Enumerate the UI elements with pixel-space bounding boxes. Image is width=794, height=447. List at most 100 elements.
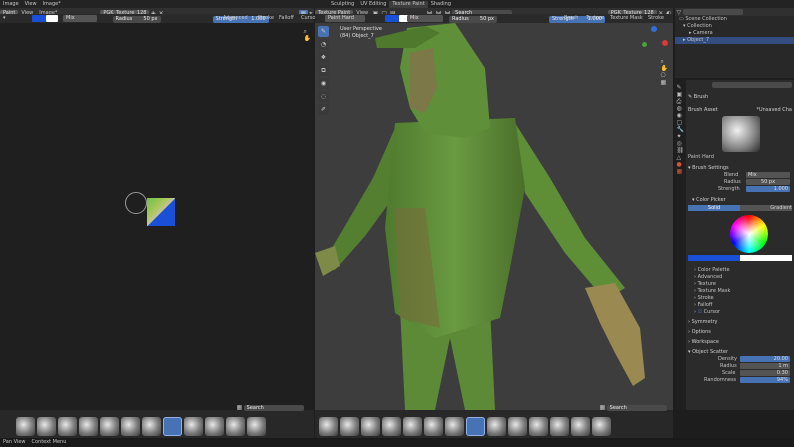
- zoom-icon[interactable]: ⌕: [302, 28, 312, 35]
- world-tab-icon[interactable]: ◉: [675, 112, 686, 119]
- scene-tab-icon[interactable]: ◍: [675, 105, 686, 112]
- physics-tab-icon[interactable]: ◎: [675, 140, 686, 147]
- vp-brush-thumb-11[interactable]: [529, 416, 548, 436]
- viewport-shelf-search[interactable]: Search: [606, 404, 667, 411]
- smear-tool-icon[interactable]: ❖: [318, 52, 329, 63]
- primary-color-bar[interactable]: [688, 255, 740, 261]
- brush-thumb-1[interactable]: [16, 416, 35, 436]
- properties-search-input[interactable]: [712, 82, 792, 88]
- brush-thumb-6[interactable]: [121, 416, 140, 436]
- brush-thumb-4[interactable]: [79, 416, 98, 436]
- tab-sculpting[interactable]: Sculpting: [328, 1, 357, 8]
- scatter-density-value[interactable]: 20.00: [740, 356, 790, 362]
- brush-thumb-selected[interactable]: [163, 416, 182, 436]
- menu-view[interactable]: View: [22, 1, 40, 8]
- vp-brush-thumb-7[interactable]: [445, 416, 464, 436]
- scatter-randomness-value[interactable]: 94%: [740, 377, 790, 383]
- brush-asset-header[interactable]: Brush Asset *Unsaved Cha: [688, 107, 792, 114]
- color-value-bar[interactable]: [688, 255, 792, 261]
- subpanel-advanced[interactable]: › Advanced: [694, 274, 792, 281]
- camera-icon[interactable]: ⎔: [659, 72, 669, 79]
- navigation-gizmo[interactable]: [640, 26, 668, 54]
- object-tab-icon[interactable]: ▢: [675, 119, 686, 126]
- radius-value[interactable]: 50 px: [746, 179, 790, 185]
- texture-image[interactable]: [147, 198, 175, 226]
- soften-tool-icon[interactable]: ◔: [318, 39, 329, 50]
- section-options[interactable]: › Options: [688, 329, 792, 336]
- vp-brush-menu[interactable]: Brush: [561, 15, 581, 22]
- vp-brush-thumb-9[interactable]: [487, 416, 506, 436]
- subpanel-falloff[interactable]: › Falloff: [694, 302, 792, 309]
- color-picker-header[interactable]: ▾ Color Picker: [688, 197, 792, 204]
- falloff-dropdown[interactable]: Falloff: [276, 15, 297, 22]
- subpanel-stroke[interactable]: › Stroke: [694, 295, 792, 302]
- tab-gradient[interactable]: Gradient: [740, 205, 792, 211]
- annotate-tool-icon[interactable]: ✐: [318, 104, 329, 115]
- outliner-item-collection[interactable]: ▾ Collection: [675, 23, 794, 30]
- filter-icon[interactable]: ▽: [675, 9, 683, 16]
- constraints-tab-icon[interactable]: ⛓: [675, 147, 686, 154]
- brush-thumb-5[interactable]: [100, 416, 119, 436]
- brush-name-dropdown[interactable]: Paint Hard: [325, 15, 365, 22]
- vp-brush-thumb-selected[interactable]: [466, 416, 485, 436]
- modifier-tab-icon[interactable]: 🔧: [675, 126, 686, 133]
- tab-texture-paint[interactable]: Texture Paint: [389, 0, 428, 8]
- image-shelf-search[interactable]: Search: [243, 404, 304, 411]
- menu-image-star[interactable]: Image*: [40, 1, 64, 8]
- vp-primary-swatch[interactable]: [385, 15, 399, 22]
- fill-tool-icon[interactable]: ◉: [318, 78, 329, 89]
- checkbox-icon[interactable]: ☑: [698, 309, 702, 315]
- brush-thumb-3[interactable]: [58, 416, 77, 436]
- brush-thumb-7[interactable]: [142, 416, 161, 436]
- viewport-area[interactable]: User Perspective (84) Object_7 ✎ ◔ ❖ ⧉ ◉…: [315, 8, 673, 410]
- brush-thumb-9[interactable]: [184, 416, 203, 436]
- vp-brush-thumb-14[interactable]: [592, 416, 611, 436]
- brush-preview-thumbnail[interactable]: [722, 116, 760, 152]
- vp-texture-mask-menu[interactable]: Texture Mask: [607, 15, 646, 22]
- vp-brush-thumb-13[interactable]: [571, 416, 590, 436]
- vp-brush-thumb-2[interactable]: [340, 416, 359, 436]
- stroke-dropdown[interactable]: Stroke: [255, 15, 277, 22]
- secondary-color-bar[interactable]: [740, 255, 792, 261]
- section-workspace[interactable]: › Workspace: [688, 339, 792, 346]
- scatter-radius-value[interactable]: 1 m: [740, 363, 790, 369]
- vp-texture-menu[interactable]: Texture: [583, 15, 607, 22]
- outliner-search-input[interactable]: [682, 9, 743, 15]
- radius-slider[interactable]: Radius 50 px: [112, 16, 161, 23]
- outliner-item-object[interactable]: ▸ Object_7: [675, 37, 794, 44]
- section-symmetry[interactable]: › Symmetry: [688, 319, 792, 326]
- tab-solid[interactable]: Solid: [688, 205, 740, 211]
- blend-dropdown[interactable]: Mix: [63, 15, 97, 22]
- subpanel-cursor[interactable]: › ☑ Cursor: [694, 309, 792, 316]
- gizmo-y-axis-icon[interactable]: [642, 42, 647, 47]
- vp-brush-thumb-10[interactable]: [508, 416, 527, 436]
- brush-thumb-11[interactable]: [226, 416, 245, 436]
- scatter-scale-value[interactable]: 0.30: [740, 370, 790, 376]
- brush-thumb-2[interactable]: [37, 416, 56, 436]
- vp-brush-thumb-12[interactable]: [550, 416, 569, 436]
- brush-thumb-10[interactable]: [205, 416, 224, 436]
- outliner-item-camera[interactable]: ▸ Camera: [675, 30, 794, 37]
- data-tab-icon[interactable]: △: [675, 154, 686, 161]
- advanced-dropdown[interactable]: Advanced: [220, 15, 251, 22]
- subpanel-texture[interactable]: › Texture: [694, 281, 792, 288]
- material-tab-icon[interactable]: ●: [675, 161, 686, 168]
- draw-tool-icon[interactable]: ✎: [318, 26, 329, 37]
- vp-brush-thumb-1[interactable]: [319, 416, 338, 436]
- vp-brush-thumb-4[interactable]: [382, 416, 401, 436]
- tool-tab-icon[interactable]: ✎: [675, 84, 686, 91]
- grid-icon[interactable]: ▦: [659, 79, 669, 86]
- mask-tool-icon[interactable]: ◌: [318, 91, 329, 102]
- vp-radius-slider[interactable]: Radius 50 px: [449, 16, 497, 23]
- section-object-scatter[interactable]: ▾ Object Scatter: [688, 349, 792, 356]
- clone-tool-icon[interactable]: ⧉: [318, 65, 329, 76]
- brush-thumb-12[interactable]: [247, 416, 266, 436]
- output-tab-icon[interactable]: ⎙: [675, 98, 686, 105]
- vp-brush-thumb-6[interactable]: [424, 416, 443, 436]
- brush-settings-header[interactable]: ▾ Brush Settings: [688, 165, 792, 172]
- texture-tab-icon[interactable]: ▦: [675, 168, 686, 175]
- hand-icon[interactable]: ✋: [302, 35, 312, 42]
- blend-value[interactable]: Mix: [746, 172, 790, 178]
- secondary-color-swatch[interactable]: [46, 15, 58, 22]
- brush-section-header[interactable]: ✎ Brush: [688, 94, 792, 101]
